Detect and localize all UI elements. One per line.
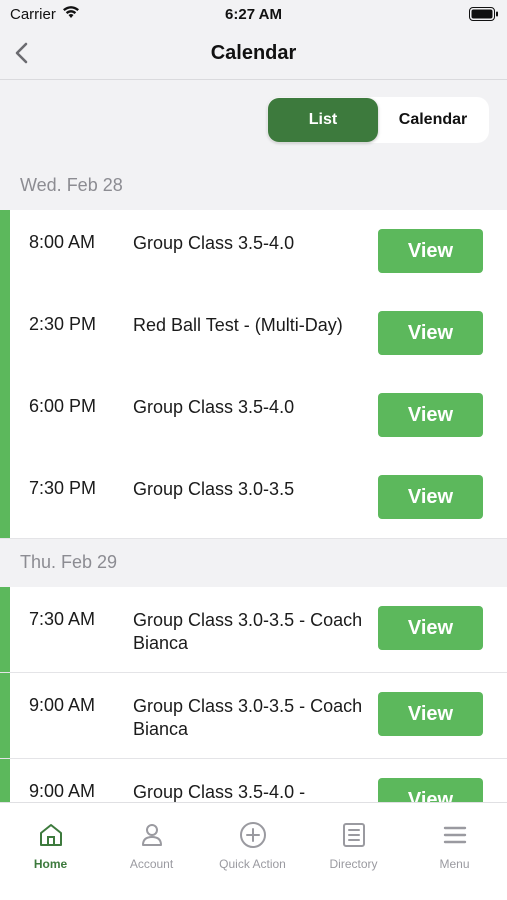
status-time: 6:27 AM (225, 6, 282, 23)
tab-label: Directory (329, 857, 378, 871)
event-title: Red Ball Test - (Multi-Day) (133, 315, 343, 335)
event-title: Group Class 3.0-3.5 - Coach Bianca (133, 610, 363, 653)
view-button[interactable]: View (378, 229, 483, 273)
view-button[interactable]: View (378, 692, 483, 736)
event-time: 9:00 AM (29, 781, 96, 801)
event-time: 8:00 AM (29, 232, 96, 252)
calendar-toggle-button[interactable]: Calendar (378, 98, 488, 142)
tab-directory[interactable]: Directory (303, 803, 404, 873)
event-time: 9:00 AM (29, 695, 96, 715)
home-icon (39, 824, 62, 846)
battery-icon (469, 7, 498, 21)
event-row: 9:00 AM Group Class 3.5-4.0 - View (0, 759, 507, 802)
menu-icon (443, 826, 466, 844)
event-time: 7:30 PM (29, 478, 97, 498)
status-bar: Carrier 6:27 AM (0, 0, 507, 28)
event-title: Group Class 3.0-3.5 (133, 479, 295, 499)
view-toggle: List Calendar (267, 97, 489, 143)
event-row: 6:00 PM Group Class 3.5-4.0 View (0, 374, 507, 457)
view-button[interactable]: View (378, 393, 483, 437)
tab-account[interactable]: Account (101, 803, 202, 873)
page-title: Calendar (210, 42, 297, 64)
view-button[interactable]: View (378, 778, 483, 802)
view-button[interactable]: View (378, 311, 483, 355)
directory-icon (342, 823, 365, 847)
event-row: 7:30 PM Group Class 3.0-3.5 View (0, 456, 507, 539)
event-title: Group Class 3.5-4.0 - (133, 782, 306, 802)
account-icon (141, 824, 162, 846)
event-title: Group Class 3.0-3.5 - Coach Bianca (133, 696, 363, 739)
plus-circle-icon (239, 822, 266, 848)
event-row: 9:00 AM Group Class 3.0-3.5 - Coach Bian… (0, 673, 507, 759)
event-time: 7:30 AM (29, 609, 96, 629)
tab-label: Quick Action (219, 857, 286, 871)
event-title: Group Class 3.5-4.0 (133, 397, 295, 417)
view-button[interactable]: View (378, 475, 483, 519)
day-header: Wed. Feb 28 (20, 175, 123, 195)
tab-menu[interactable]: Menu (404, 803, 505, 873)
tab-label: Menu (439, 857, 470, 871)
event-time: 6:00 PM (29, 396, 97, 416)
event-time: 2:30 PM (29, 314, 97, 334)
event-row: 8:00 AM Group Class 3.5-4.0 View (0, 210, 507, 293)
tab-home[interactable]: Home (0, 803, 101, 873)
day-header: Thu. Feb 29 (20, 552, 118, 572)
event-row: 7:30 AM Group Class 3.0-3.5 - Coach Bian… (0, 587, 507, 673)
tab-label: Account (129, 857, 174, 871)
view-button[interactable]: View (378, 606, 483, 650)
tab-bar: Home Account Quick Action Directory Menu (0, 802, 507, 900)
nav-bar: Calendar (0, 28, 507, 80)
tab-label: Home (33, 857, 68, 871)
event-title: Group Class 3.5-4.0 (133, 233, 295, 253)
list-toggle-button[interactable]: List (268, 98, 378, 142)
event-row: 2:30 PM Red Ball Test - (Multi-Day) View (0, 292, 507, 375)
tab-quick-action[interactable]: Quick Action (202, 803, 303, 873)
